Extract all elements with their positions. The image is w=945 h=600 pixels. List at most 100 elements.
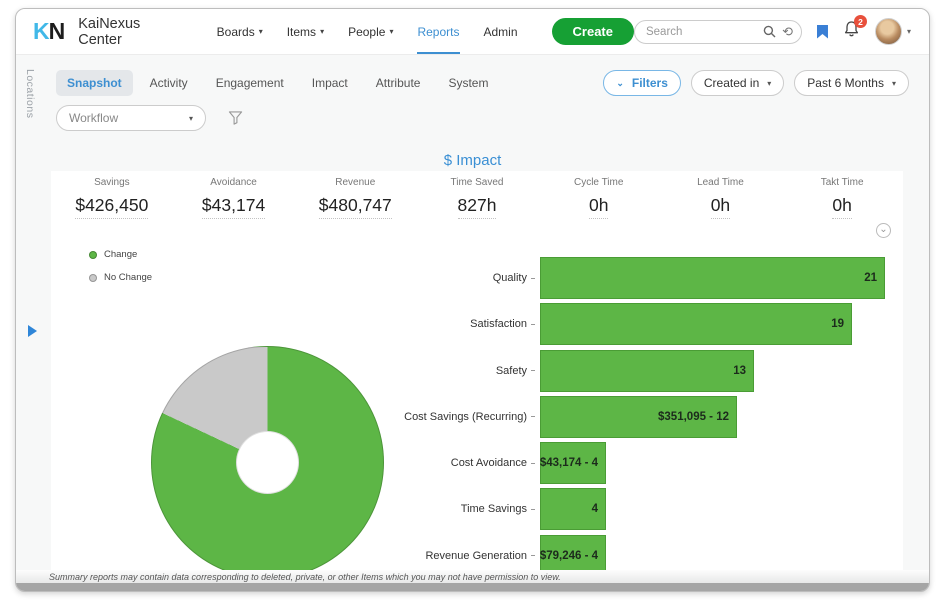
stat-lead-time: Lead Time 0h — [660, 177, 782, 219]
axis-tick — [531, 278, 535, 279]
nav-admin[interactable]: Admin — [484, 9, 518, 54]
top-nav-bar: K N KaiNexus Center Boards ▾ Items ▾ Peo… — [16, 9, 929, 55]
stat-time-saved: Time Saved 827h — [416, 177, 538, 219]
report-footnote-text: Summary reports may contain data corresp… — [49, 572, 561, 582]
bar-category-label: Time Savings — [51, 503, 531, 515]
bar[interactable]: 13 — [540, 350, 754, 392]
bar-row: Safety 13 — [51, 350, 889, 392]
bar-value-label: 13 — [733, 365, 746, 377]
main-nav: Boards ▾ Items ▾ People ▾ Reports Admin — [217, 9, 518, 54]
bar[interactable]: 4 — [540, 488, 606, 530]
stat-avoidance: Avoidance $43,174 — [173, 177, 295, 219]
search-input[interactable] — [646, 26, 763, 38]
tab-activity[interactable]: Activity — [139, 70, 199, 96]
create-button[interactable]: Create — [552, 18, 634, 45]
bar-category-label: Cost Savings (Recurring) — [51, 411, 531, 423]
date-range-dropdown[interactable]: Past 6 Months ▾ — [794, 70, 909, 96]
locations-panel-collapsed[interactable]: Locations — [16, 55, 51, 591]
axis-tick — [531, 555, 535, 556]
filter-controls: ⌄ Filters Created in ▾ Past 6 Months ▾ — [603, 70, 909, 96]
chevron-down-icon: ▾ — [259, 27, 263, 36]
stat-value[interactable]: 0h — [832, 195, 851, 219]
bar-category-label: Satisfaction — [51, 318, 531, 330]
axis-tick — [531, 324, 535, 325]
bookmark-icon[interactable] — [817, 25, 828, 39]
report-title: $ Impact — [16, 152, 929, 169]
nav-boards[interactable]: Boards ▾ — [217, 9, 263, 54]
stat-savings: Savings $426,450 — [51, 177, 173, 219]
stat-value[interactable]: 827h — [458, 195, 497, 219]
tab-impact[interactable]: Impact — [301, 70, 359, 96]
tab-snapshot[interactable]: Snapshot — [56, 70, 133, 96]
bar-row: Quality21 — [51, 257, 889, 299]
app-window: K N KaiNexus Center Boards ▾ Items ▾ Peo… — [15, 8, 930, 592]
bar-row: Satisfaction 19 — [51, 303, 889, 345]
bar-row: Cost Avoidance $43,174 - 4 — [51, 442, 889, 484]
chevron-down-icon: ▾ — [320, 27, 324, 36]
avatar — [875, 18, 902, 45]
logo-letter-k: K — [33, 18, 49, 45]
bar-value-label: $351,095 - 12 — [658, 411, 729, 423]
search-icon[interactable] — [763, 25, 776, 38]
tab-engagement[interactable]: Engagement — [205, 70, 295, 96]
expand-panel-arrow-icon[interactable] — [28, 325, 37, 337]
chevron-down-icon: ▾ — [892, 79, 896, 88]
horizontal-scrollbar[interactable] — [16, 583, 929, 591]
app-title: KaiNexus Center — [78, 16, 176, 48]
locations-panel-label: Locations — [24, 69, 36, 118]
nav-items[interactable]: Items ▾ — [287, 9, 324, 54]
nav-reports[interactable]: Reports — [417, 9, 459, 54]
bar-value-label: 21 — [864, 272, 877, 284]
report-tabs: Snapshot Activity Engagement Impact Attr… — [56, 70, 499, 96]
workflow-filter-row: Workflow ▾ — [56, 104, 243, 132]
created-in-dropdown[interactable]: Created in ▾ — [691, 70, 784, 96]
tab-system[interactable]: System — [437, 70, 499, 96]
notifications-button[interactable]: 2 — [843, 20, 860, 43]
stat-value[interactable]: $43,174 — [202, 195, 265, 219]
axis-tick — [531, 370, 535, 371]
filters-button[interactable]: ⌄ Filters — [603, 70, 681, 96]
bar[interactable]: $351,095 - 12 — [540, 396, 737, 438]
collapse-section-icon[interactable]: ⌄ — [876, 223, 891, 238]
workflow-dropdown[interactable]: Workflow ▾ — [56, 105, 206, 131]
bar-chart: Quality21 Satisfaction 19 Safety 13 Cost Savi… — [51, 257, 889, 581]
tab-attribute[interactable]: Attribute — [365, 70, 432, 96]
report-footnote-bar: Summary reports may contain data corresp… — [16, 570, 929, 583]
chevron-down-icon: ▾ — [389, 27, 393, 36]
impact-report-card: Savings $426,450 Avoidance $43,174 Reven… — [51, 171, 903, 575]
bar[interactable]: 19 — [540, 303, 852, 345]
chevron-down-icon: ▾ — [907, 27, 911, 36]
screenshot-stage: K N KaiNexus Center Boards ▾ Items ▾ Peo… — [0, 0, 945, 600]
bar-value-label: $79,246 - 4 — [540, 550, 598, 562]
stat-value[interactable]: $480,747 — [319, 195, 392, 219]
stat-value[interactable]: 0h — [589, 195, 608, 219]
bar-row: Time Savings 4 — [51, 488, 889, 530]
bar-category-label: Safety — [51, 365, 531, 377]
kainexus-logo[interactable]: K N — [33, 18, 64, 45]
nav-people[interactable]: People ▾ — [348, 9, 393, 54]
bar-value-label: $43,174 - 4 — [540, 457, 598, 469]
bar-value-label: 4 — [592, 503, 598, 515]
report-tabs-row: Snapshot Activity Engagement Impact Attr… — [56, 69, 909, 97]
bar[interactable]: $43,174 - 4 — [540, 442, 606, 484]
header-right-group: ⟲ 2 ▾ — [634, 18, 911, 45]
chevron-down-icon: ▾ — [767, 79, 771, 88]
axis-tick — [531, 463, 535, 464]
axis-tick — [531, 509, 535, 510]
stat-cycle-time: Cycle Time 0h — [538, 177, 660, 219]
funnel-icon[interactable] — [228, 110, 243, 126]
impact-stats-row: Savings $426,450 Avoidance $43,174 Reven… — [51, 177, 903, 219]
user-menu[interactable]: ▾ — [875, 18, 911, 45]
chevron-down-icon: ⌄ — [616, 78, 624, 89]
stat-revenue: Revenue $480,747 — [294, 177, 416, 219]
bar-category-label: Cost Avoidance — [51, 457, 531, 469]
search-box[interactable]: ⟲ — [634, 20, 802, 44]
bar-value-label: 19 — [831, 318, 844, 330]
stat-value[interactable]: 0h — [711, 195, 730, 219]
stat-value[interactable]: $426,450 — [75, 195, 148, 219]
chevron-down-icon: ▾ — [189, 114, 193, 123]
bar[interactable]: 21 — [540, 257, 885, 299]
bar-category-label: Revenue Generation — [51, 550, 531, 562]
bar-row: Cost Savings (Recurring) $351,095 - 12 — [51, 396, 889, 438]
search-history-icon[interactable]: ⟲ — [782, 25, 793, 38]
